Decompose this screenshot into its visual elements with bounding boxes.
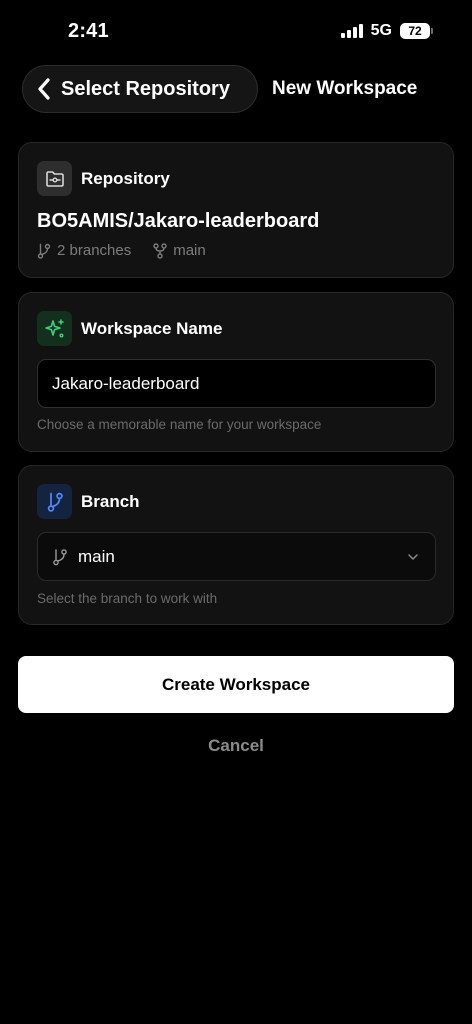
repository-name: BO5AMIS/Jakaro-leaderboard xyxy=(37,210,320,232)
git-branch-icon xyxy=(37,484,72,519)
workspace-name-card: Workspace Name Choose a memorable name f… xyxy=(18,292,454,452)
git-branch-icon xyxy=(53,548,67,565)
status-bar: 2:41 5G 72 xyxy=(0,0,472,60)
back-button[interactable]: Select Repository xyxy=(22,65,258,113)
git-fork-icon xyxy=(153,242,167,259)
branch-header: Branch xyxy=(37,484,140,519)
repository-meta: 2 branches main xyxy=(37,242,206,259)
branch-card: Branch main Select the branch to work wi… xyxy=(18,465,454,625)
status-indicators: 5G 72 xyxy=(340,22,433,40)
default-branch: main xyxy=(173,242,206,259)
page-title: New Workspace xyxy=(272,78,418,99)
git-branch-icon xyxy=(37,243,51,259)
repository-title: Repository xyxy=(81,168,170,188)
branch-hint: Select the branch to work with xyxy=(37,591,218,606)
workspace-name-header: Workspace Name xyxy=(37,311,222,346)
branch-title: Branch xyxy=(81,491,140,511)
back-button-label: Select Repository xyxy=(61,77,230,100)
folder-git-icon xyxy=(37,161,72,196)
signal-icon xyxy=(340,24,363,38)
branch-select[interactable]: main xyxy=(37,532,436,581)
workspace-name-hint: Choose a memorable name for your workspa… xyxy=(37,417,322,432)
battery-level: 72 xyxy=(408,24,422,38)
battery-icon: 72 xyxy=(400,23,433,39)
repository-header: Repository xyxy=(37,161,170,196)
network-label: 5G xyxy=(370,22,392,39)
chevron-down-icon xyxy=(408,554,418,560)
workspace-name-input[interactable] xyxy=(37,359,436,408)
sparkles-icon xyxy=(37,311,72,346)
branch-select-value: main xyxy=(78,546,115,566)
cancel-button[interactable]: Cancel xyxy=(0,733,472,759)
branch-count: 2 branches xyxy=(57,242,132,259)
workspace-name-title: Workspace Name xyxy=(81,318,223,338)
repository-card: Repository BO5AMIS/Jakaro-leaderboard 2 … xyxy=(18,142,454,278)
status-time: 2:41 xyxy=(68,20,109,42)
create-workspace-button[interactable]: Create Workspace xyxy=(18,656,454,713)
navigation-bar: Select Repository New Workspace xyxy=(0,65,472,113)
chevron-left-icon xyxy=(38,78,50,100)
